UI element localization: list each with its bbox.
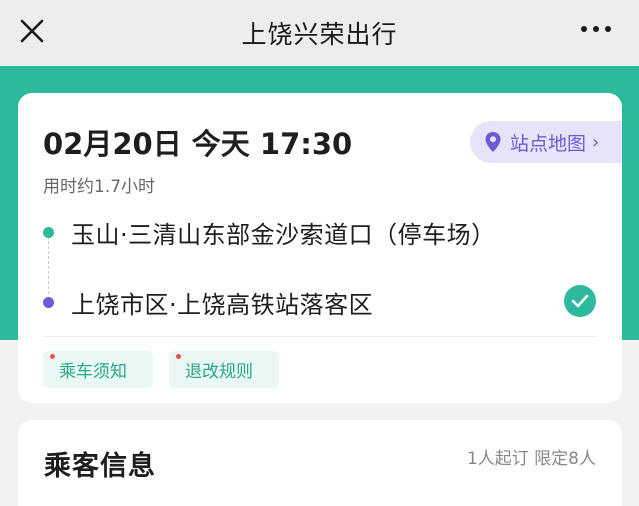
origin-name: 玉山·三清山东部金沙索道口（停车场） bbox=[71, 221, 496, 249]
station-map-label: 站点地图 bbox=[510, 132, 587, 155]
boarding-notice-tag[interactable]: 乘车须知 bbox=[43, 351, 153, 388]
passenger-limit: 1人起订 限定8人 bbox=[466, 449, 596, 469]
station-map-button[interactable]: 站点地图 › bbox=[470, 121, 622, 163]
more-icon[interactable] bbox=[581, 22, 611, 36]
boarding-notice-label: 乘车须知 bbox=[59, 362, 127, 382]
origin-dot-icon bbox=[43, 227, 54, 238]
refund-rules-label: 退改规则 bbox=[185, 362, 253, 382]
notification-dot-icon bbox=[50, 354, 55, 359]
divider bbox=[43, 336, 597, 337]
departure-datetime: 02月20日 今天 17:30 bbox=[43, 127, 353, 161]
origin-stop: 玉山·三清山东部金沙索道口（停车场） bbox=[43, 215, 496, 250]
chevron-right-icon: › bbox=[592, 131, 600, 153]
check-icon bbox=[564, 285, 596, 317]
location-pin-icon bbox=[485, 132, 501, 152]
refund-rules-tag[interactable]: 退改规则 bbox=[169, 351, 279, 388]
notification-dot-icon bbox=[176, 354, 181, 359]
close-icon[interactable] bbox=[18, 17, 46, 45]
destination-dot-icon bbox=[43, 297, 54, 308]
passenger-section-title: 乘客信息 bbox=[44, 451, 156, 482]
trip-card: 02月20日 今天 17:30 站点地图 › 用时约1.7小时 玉山·三清山东部… bbox=[18, 93, 622, 403]
top-nav-bar: 上饶兴荣出行 bbox=[0, 0, 639, 66]
trip-duration: 用时约1.7小时 bbox=[43, 177, 156, 197]
passenger-card: 乘客信息 1人起订 限定8人 bbox=[18, 420, 622, 506]
page-title: 上饶兴荣出行 bbox=[241, 20, 398, 49]
destination-name: 上饶市区·上饶高铁站落客区 bbox=[71, 291, 374, 319]
destination-stop: 上饶市区·上饶高铁站落客区 bbox=[43, 285, 373, 320]
